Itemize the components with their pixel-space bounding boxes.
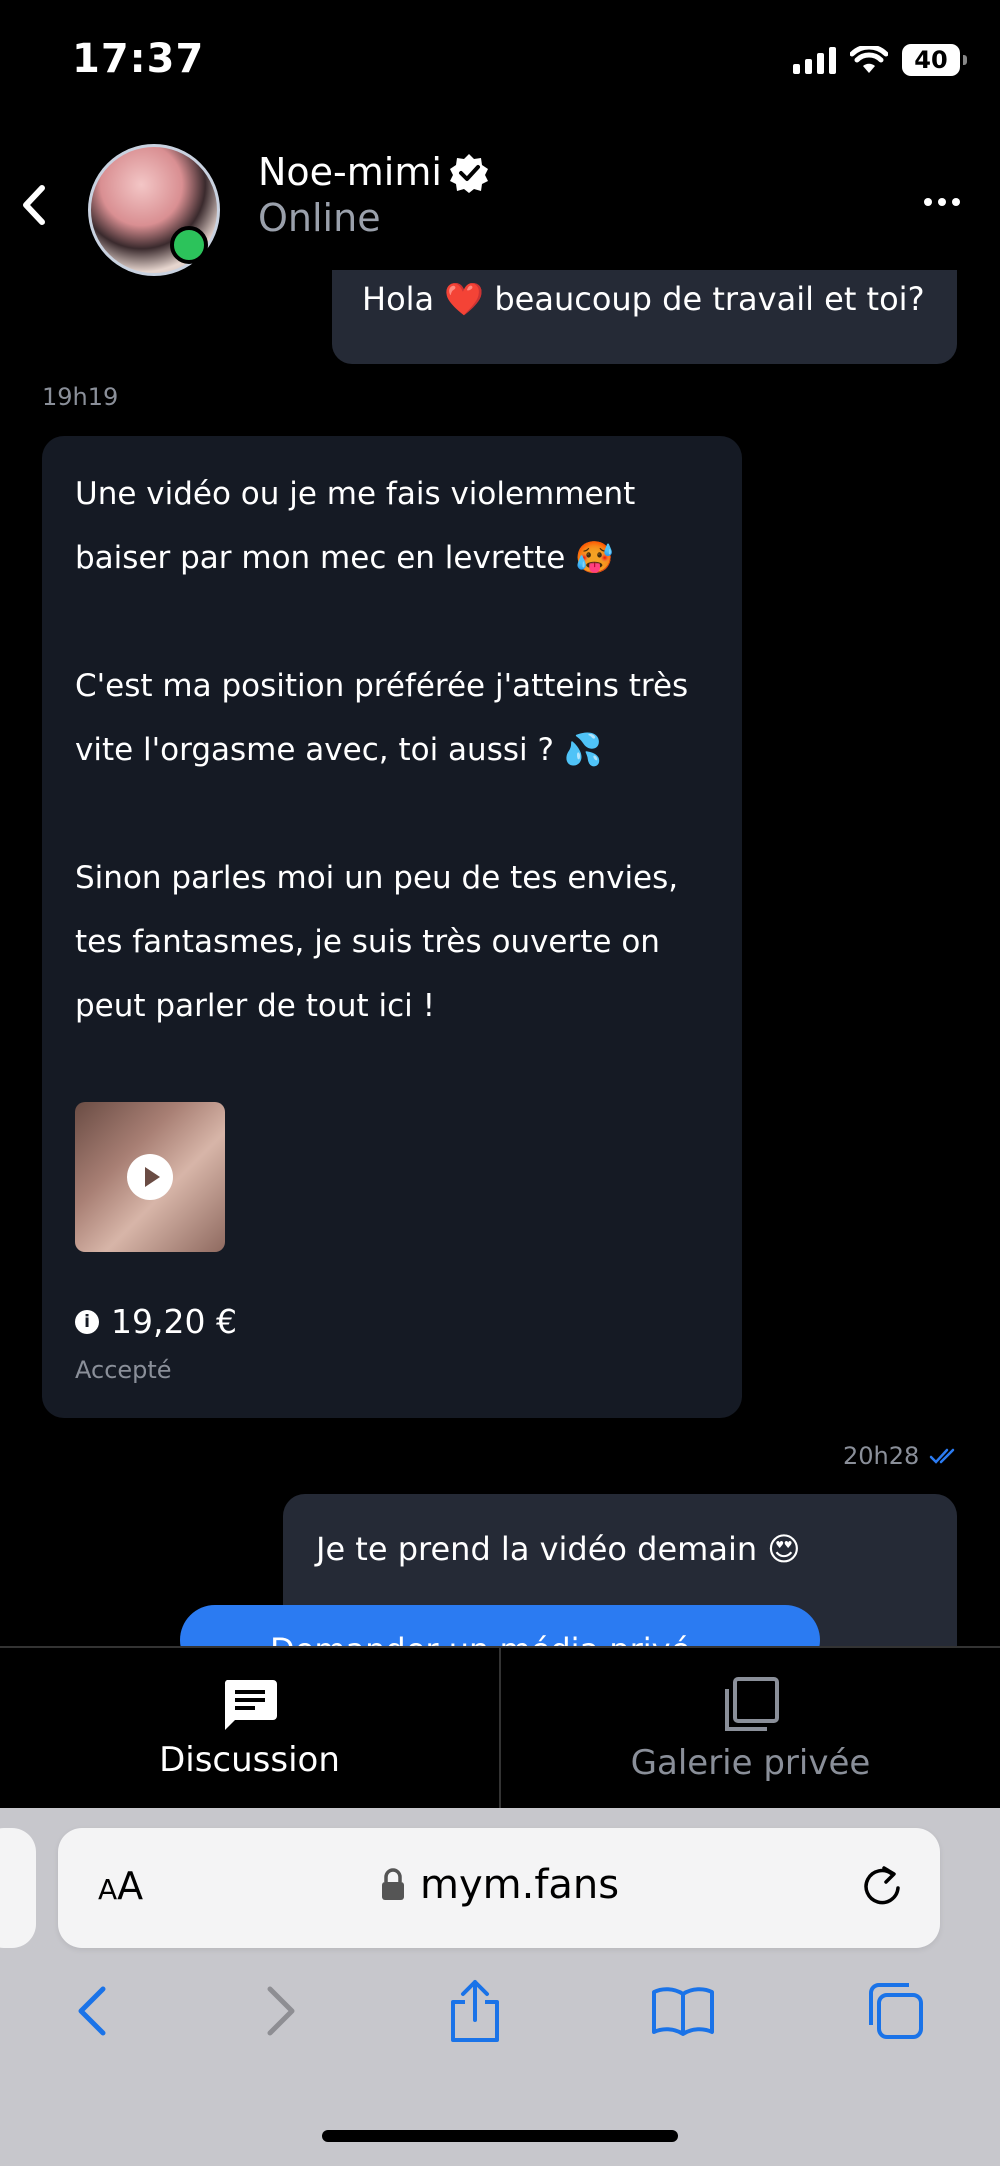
message-timestamp: 20h28: [843, 1442, 920, 1470]
read-receipt-icon: [930, 1448, 955, 1464]
status-time: 17:37: [72, 36, 205, 82]
tab-discussion[interactable]: Discussion: [0, 1648, 499, 1810]
message-line: tes fantasmes, je suis très ouverte on: [75, 924, 660, 960]
browser-toolbar: [0, 1978, 1000, 2044]
status-icons: 40: [793, 44, 967, 76]
battery-icon: 40: [902, 44, 967, 76]
reload-icon[interactable]: [860, 1862, 904, 1910]
reader-options-button[interactable]: AA: [98, 1864, 143, 1908]
price-status: Accepté: [75, 1356, 172, 1384]
message-line: peut parler de tout ici !: [75, 988, 436, 1024]
chat-icon: [224, 1680, 277, 1730]
message-text: Je te prend la vidéo demain 😍: [316, 1530, 801, 1568]
home-indicator[interactable]: [322, 2130, 678, 2142]
message-line: baiser par mon mec en levrette 🥵: [75, 540, 614, 576]
url-display[interactable]: mym.fans: [380, 1862, 619, 1908]
message-timestamp: 19h19: [42, 383, 119, 411]
sent-timestamp-row: 20h28: [843, 1442, 961, 1470]
verified-badge-icon: [450, 154, 488, 193]
browser-forward-icon[interactable]: [260, 1983, 300, 2039]
wifi-icon: [850, 46, 888, 73]
share-icon[interactable]: [447, 1978, 503, 2044]
back-chevron-icon[interactable]: [18, 182, 48, 228]
bookmarks-icon[interactable]: [650, 1984, 716, 2038]
presence-status: Online: [258, 196, 381, 240]
media-price: i 19,20 €: [75, 1302, 237, 1341]
info-icon[interactable]: i: [75, 1309, 99, 1334]
message-line: Une vidéo ou je me fais violemment: [75, 476, 636, 512]
tabs-overview-icon[interactable]: [863, 1979, 927, 2043]
url-text: mym.fans: [420, 1862, 620, 1908]
browser-chrome: AA mym.fans: [0, 1808, 1000, 2166]
price-value: 19,20 €: [111, 1302, 237, 1341]
browser-back-icon[interactable]: [73, 1983, 113, 2039]
message-line: vite l'orgasme avec, toi aussi ? 💦: [75, 732, 603, 768]
gallery-icon: [724, 1677, 779, 1731]
tab-private-gallery[interactable]: Galerie privée: [499, 1648, 1000, 1810]
tab-label: Galerie privée: [630, 1743, 871, 1783]
play-icon[interactable]: [127, 1154, 173, 1200]
bottom-tab-bar: Discussion Galerie privée: [0, 1646, 1000, 1810]
message-text: Hola ❤️ beaucoup de travail et toi?: [362, 280, 925, 318]
address-bar[interactable]: AA mym.fans: [58, 1828, 940, 1948]
signal-icon: [793, 46, 836, 74]
lock-icon: [382, 1868, 404, 1900]
video-thumbnail[interactable]: [75, 1102, 225, 1252]
sent-message-bubble: Hola ❤️ beaucoup de travail et toi?: [332, 270, 957, 364]
message-line: Sinon parles moi un peu de tes envies,: [75, 860, 679, 896]
contact-name[interactable]: Noe-mimi: [258, 150, 442, 194]
more-options-icon[interactable]: [924, 198, 960, 206]
online-indicator: [170, 226, 208, 264]
tab-label: Discussion: [159, 1740, 340, 1780]
message-line: C'est ma position préférée j'atteins trè…: [75, 668, 689, 704]
previous-tab-card[interactable]: [0, 1828, 36, 1948]
received-message-bubble: Une vidéo ou je me fais violemment baise…: [42, 436, 742, 1418]
